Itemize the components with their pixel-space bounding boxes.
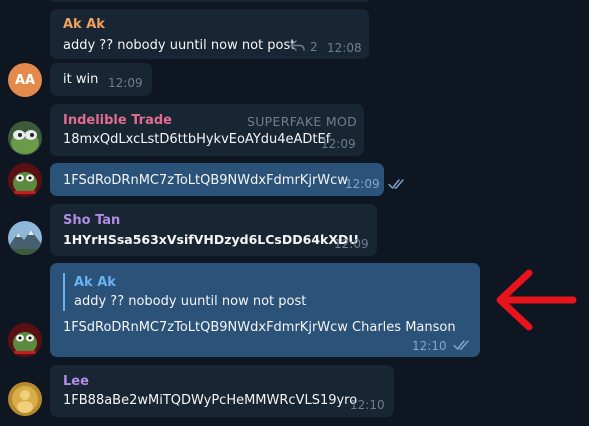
message-time: 12:09 [334,237,369,251]
avatar[interactable] [8,121,42,155]
double-check-icon [388,178,406,194]
avatar[interactable] [8,221,42,255]
message-text: 18mxQdLxcLstD6ttbHykvEoAYdu4eADtEf [63,132,331,147]
quote-sender-name: Ak Ak [74,275,116,290]
sender-name[interactable]: Ak Ak [63,17,105,32]
message-text: addy ?? nobody uuntil now not post [63,38,296,53]
avatar[interactable] [8,163,42,197]
message-time: 12:08 [327,41,362,55]
message-text: 1FSdRoDRnMC7zToLtQB9NWdxFdmrKjrWcw [63,173,348,188]
sender-name[interactable]: Lee [63,374,89,389]
avatar[interactable]: AA [8,63,42,97]
reply-count[interactable]: 2 [310,40,318,54]
sender-name[interactable]: Sho Tan [63,213,120,228]
previous-message-edge [50,0,370,2]
annotation-arrow [496,269,577,331]
double-check-icon [453,339,471,355]
avatar[interactable] [8,382,42,416]
message-bubble-outgoing[interactable]: 1FSdRoDRnMC7zToLtQB9NWdxFdmrKjrWcw 12:09 [50,163,404,196]
sender-name[interactable]: Indelible Trade [63,113,172,128]
message-text: 1FSdRoDRnMC7zToLtQB9NWdxFdmrKjrWcw Charl… [63,320,456,335]
message-bubble[interactable]: it win 12:09 [50,63,152,96]
message-bubble[interactable]: Indelible Trade SUPERFAKE MOD 18mxQdLxcL… [50,104,364,156]
member-role-badge: SUPERFAKE MOD [247,114,358,129]
reply-quote[interactable]: Ak Ak addy ?? nobody uuntil now not post [63,273,306,311]
message-bubble[interactable]: Ak Ak addy ?? nobody uuntil now not post… [50,9,369,59]
message-time: 12:09 [345,177,380,191]
message-bubble[interactable]: Sho Tan 1HYrHSsa563xVsifVHDzyd6LCsDD64kX… [50,204,377,256]
message-time: 12:09 [321,137,356,151]
quote-text: addy ?? nobody uuntil now not post [74,294,307,309]
message-bubble[interactable]: Lee 1FB88aBe2wMiTQDWyPcHeMMWRcVLS19yro 1… [50,365,394,417]
message-time: 12:10 [350,398,385,412]
message-time: 12:10 [412,339,447,353]
message-bubble-outgoing[interactable]: Ak Ak addy ?? nobody uuntil now not post… [50,263,480,357]
message-text: 1HYrHSsa563xVsifVHDzyd6LCsDD64kXDU [63,232,359,247]
message-text: it win [63,72,99,87]
message-text: 1FB88aBe2wMiTQDWyPcHeMMWRcVLS19yro [63,393,358,408]
message-time: 12:09 [108,76,143,90]
avatar[interactable] [8,323,42,357]
reply-arrow-icon[interactable] [290,40,306,56]
